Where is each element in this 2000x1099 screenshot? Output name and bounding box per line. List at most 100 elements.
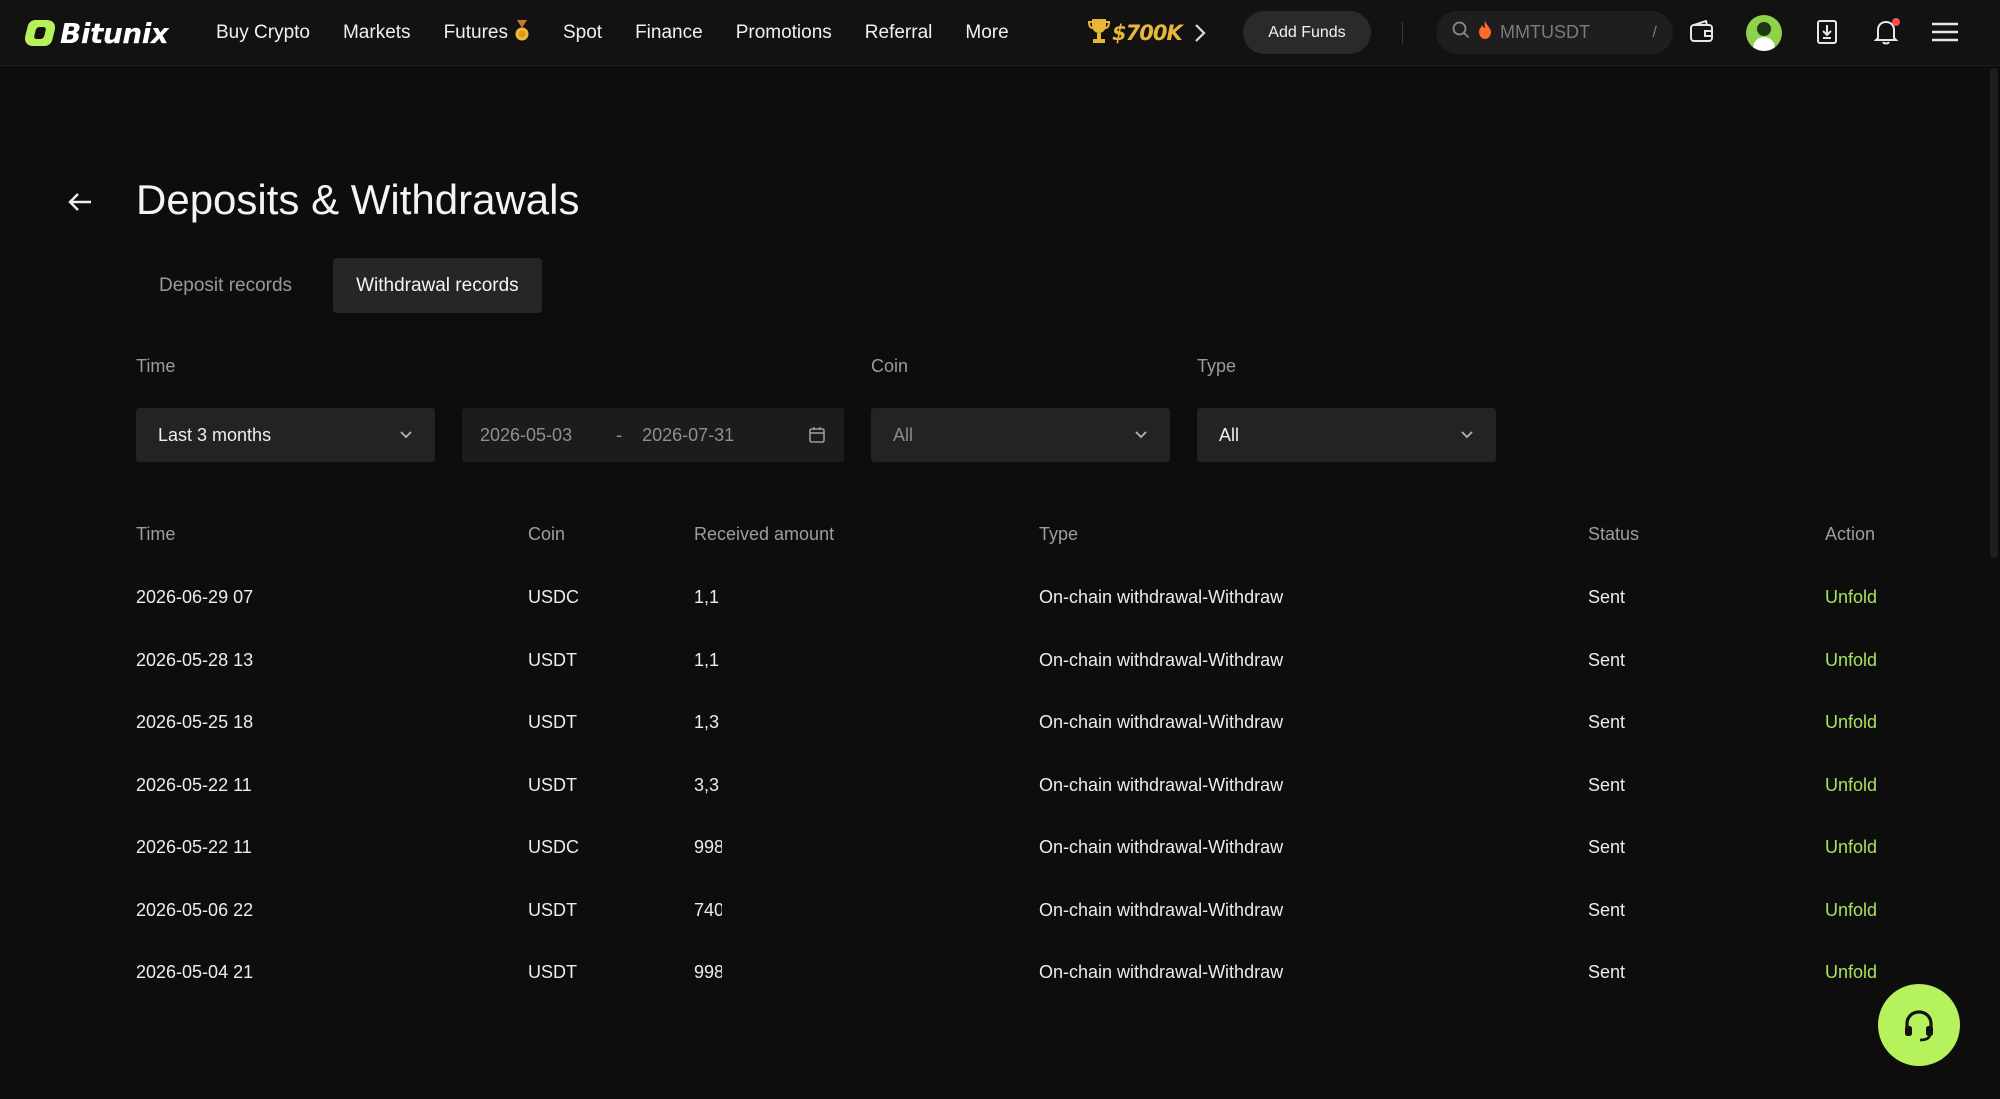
nav-referral[interactable]: Referral	[865, 22, 933, 44]
time-range-select[interactable]: Last 3 months	[136, 408, 435, 462]
type-select[interactable]: All	[1197, 408, 1496, 462]
search-box[interactable]: MMTUSDT /	[1436, 11, 1673, 54]
notification-dot	[1892, 18, 1900, 26]
main-nav: Buy Crypto Markets Futures Spot Finance …	[216, 0, 1042, 66]
cell-coin: USDT	[528, 712, 577, 732]
nav-promotions[interactable]: Promotions	[736, 22, 832, 44]
nav-divider	[1402, 22, 1403, 44]
download-icon[interactable]	[1810, 15, 1844, 49]
medal-icon	[514, 19, 530, 47]
arrow-left-icon	[68, 193, 91, 211]
page-title: Deposits & Withdrawals	[136, 176, 580, 223]
cell-coin: USDT	[528, 649, 577, 670]
unfold-link[interactable]: Unfold	[1825, 837, 1877, 858]
cell-time: 2026-06-29 07	[136, 587, 254, 607]
cell-coin: USDT	[528, 774, 577, 795]
cell-type: On-chain withdrawal-Withdraw	[1039, 962, 1284, 982]
nav-spot[interactable]: Spot	[563, 22, 602, 44]
promo-amount: $700K	[1112, 21, 1183, 45]
cell-received-amount: 1,3	[694, 712, 720, 732]
search-icon	[1452, 21, 1470, 44]
cell-status: Sent	[1588, 837, 1626, 857]
cell-coin: USDC	[528, 837, 580, 857]
search-placeholder: MMTUSDT	[1500, 22, 1590, 42]
cell-coin: USDT	[528, 962, 577, 982]
page-scrollbar[interactable]	[1990, 68, 1998, 558]
nav-markets[interactable]: Markets	[343, 22, 411, 44]
cell-type: On-chain withdrawal-Withdraw	[1039, 649, 1284, 670]
nav-finance[interactable]: Finance	[635, 22, 703, 44]
nav-futures[interactable]: Futures	[443, 19, 530, 47]
date-range-picker[interactable]: 2026-05-03 - 2026-07-31	[462, 408, 844, 462]
col-type: Type	[1039, 524, 1079, 544]
promo-banner-700k[interactable]: $700K	[1087, 16, 1183, 50]
trophy-icon	[1087, 17, 1111, 50]
cell-received-amount: 1,1	[694, 587, 720, 607]
cell-time: 2026-05-04 21	[136, 962, 254, 982]
nav-more[interactable]: More	[965, 22, 1008, 44]
col-action: Action	[1825, 524, 1876, 544]
headset-icon	[1905, 1010, 1933, 1042]
cell-received-amount: 740	[694, 899, 722, 920]
cell-status: Sent	[1588, 962, 1626, 982]
unfold-link[interactable]: Unfold	[1825, 650, 1877, 671]
cell-status: Sent	[1588, 587, 1626, 607]
hamburger-menu-icon[interactable]	[1928, 15, 1962, 49]
cell-received-amount: 1,1	[694, 649, 720, 670]
cell-status: Sent	[1588, 774, 1626, 795]
chevron-down-icon	[1135, 431, 1147, 439]
cell-type: On-chain withdrawal-Withdraw	[1039, 712, 1284, 732]
cell-type: On-chain withdrawal-Withdraw	[1039, 899, 1284, 920]
back-button[interactable]	[64, 186, 96, 218]
nav-futures-label: Futures	[443, 22, 508, 43]
cell-type: On-chain withdrawal-Withdraw	[1039, 837, 1284, 857]
cell-time: 2026-05-06 22	[136, 899, 254, 920]
cell-time: 2026-05-22 11	[136, 837, 252, 857]
top-navbar: Bitunix Buy Crypto Markets Futures Spot …	[0, 0, 2000, 66]
date-end: 2026-07-31	[642, 424, 735, 445]
tab-deposit-records[interactable]: Deposit records	[136, 258, 315, 313]
cell-status: Sent	[1588, 899, 1626, 920]
filter-coin-label: Coin	[871, 356, 909, 376]
user-avatar[interactable]	[1746, 15, 1782, 51]
coin-select-value: All	[893, 424, 914, 445]
cell-type: On-chain withdrawal-Withdraw	[1039, 587, 1284, 607]
brand-name: Bitunix	[60, 16, 169, 50]
unfold-link[interactable]: Unfold	[1825, 962, 1877, 983]
wallet-icon[interactable]	[1685, 15, 1719, 49]
type-select-value: All	[1219, 424, 1240, 445]
unfold-link[interactable]: Unfold	[1825, 712, 1877, 733]
cell-time: 2026-05-28 13	[136, 649, 254, 670]
nav-buy-crypto[interactable]: Buy Crypto	[216, 22, 310, 44]
brand-logo[interactable]: Bitunix	[22, 14, 169, 52]
fire-icon	[1478, 21, 1492, 44]
col-status: Status	[1588, 524, 1640, 544]
bell-icon[interactable]	[1869, 15, 1903, 49]
col-coin: Coin	[528, 524, 566, 544]
search-shortcut-hint: /	[1652, 23, 1657, 41]
cell-time: 2026-05-25 18	[136, 712, 254, 732]
cell-status: Sent	[1588, 712, 1626, 732]
time-range-value: Last 3 months	[158, 424, 272, 445]
cell-received-amount: 3,3	[694, 774, 720, 795]
filter-type-label: Type	[1197, 356, 1237, 376]
coin-select[interactable]: All	[871, 408, 1170, 462]
cell-received-amount: 998	[694, 962, 722, 982]
filter-time-label: Time	[136, 356, 176, 376]
cell-status: Sent	[1588, 649, 1626, 670]
col-time: Time	[136, 524, 176, 544]
records-tabs: Deposit records Withdrawal records	[136, 258, 542, 313]
add-funds-button[interactable]: Add Funds	[1243, 11, 1371, 54]
chevron-down-icon	[1461, 431, 1473, 439]
chevron-down-icon	[400, 431, 412, 439]
cell-type: On-chain withdrawal-Withdraw	[1039, 774, 1284, 795]
unfold-link[interactable]: Unfold	[1825, 900, 1877, 921]
unfold-link[interactable]: Unfold	[1825, 587, 1877, 608]
tab-withdrawal-records[interactable]: Withdrawal records	[333, 258, 542, 313]
calendar-icon	[809, 427, 825, 443]
col-received-amount: Received amount	[694, 524, 835, 544]
cell-coin: USDC	[528, 587, 580, 607]
support-chat-button[interactable]	[1878, 984, 1960, 1066]
chevron-right-icon[interactable]	[1190, 21, 1210, 45]
unfold-link[interactable]: Unfold	[1825, 775, 1877, 796]
